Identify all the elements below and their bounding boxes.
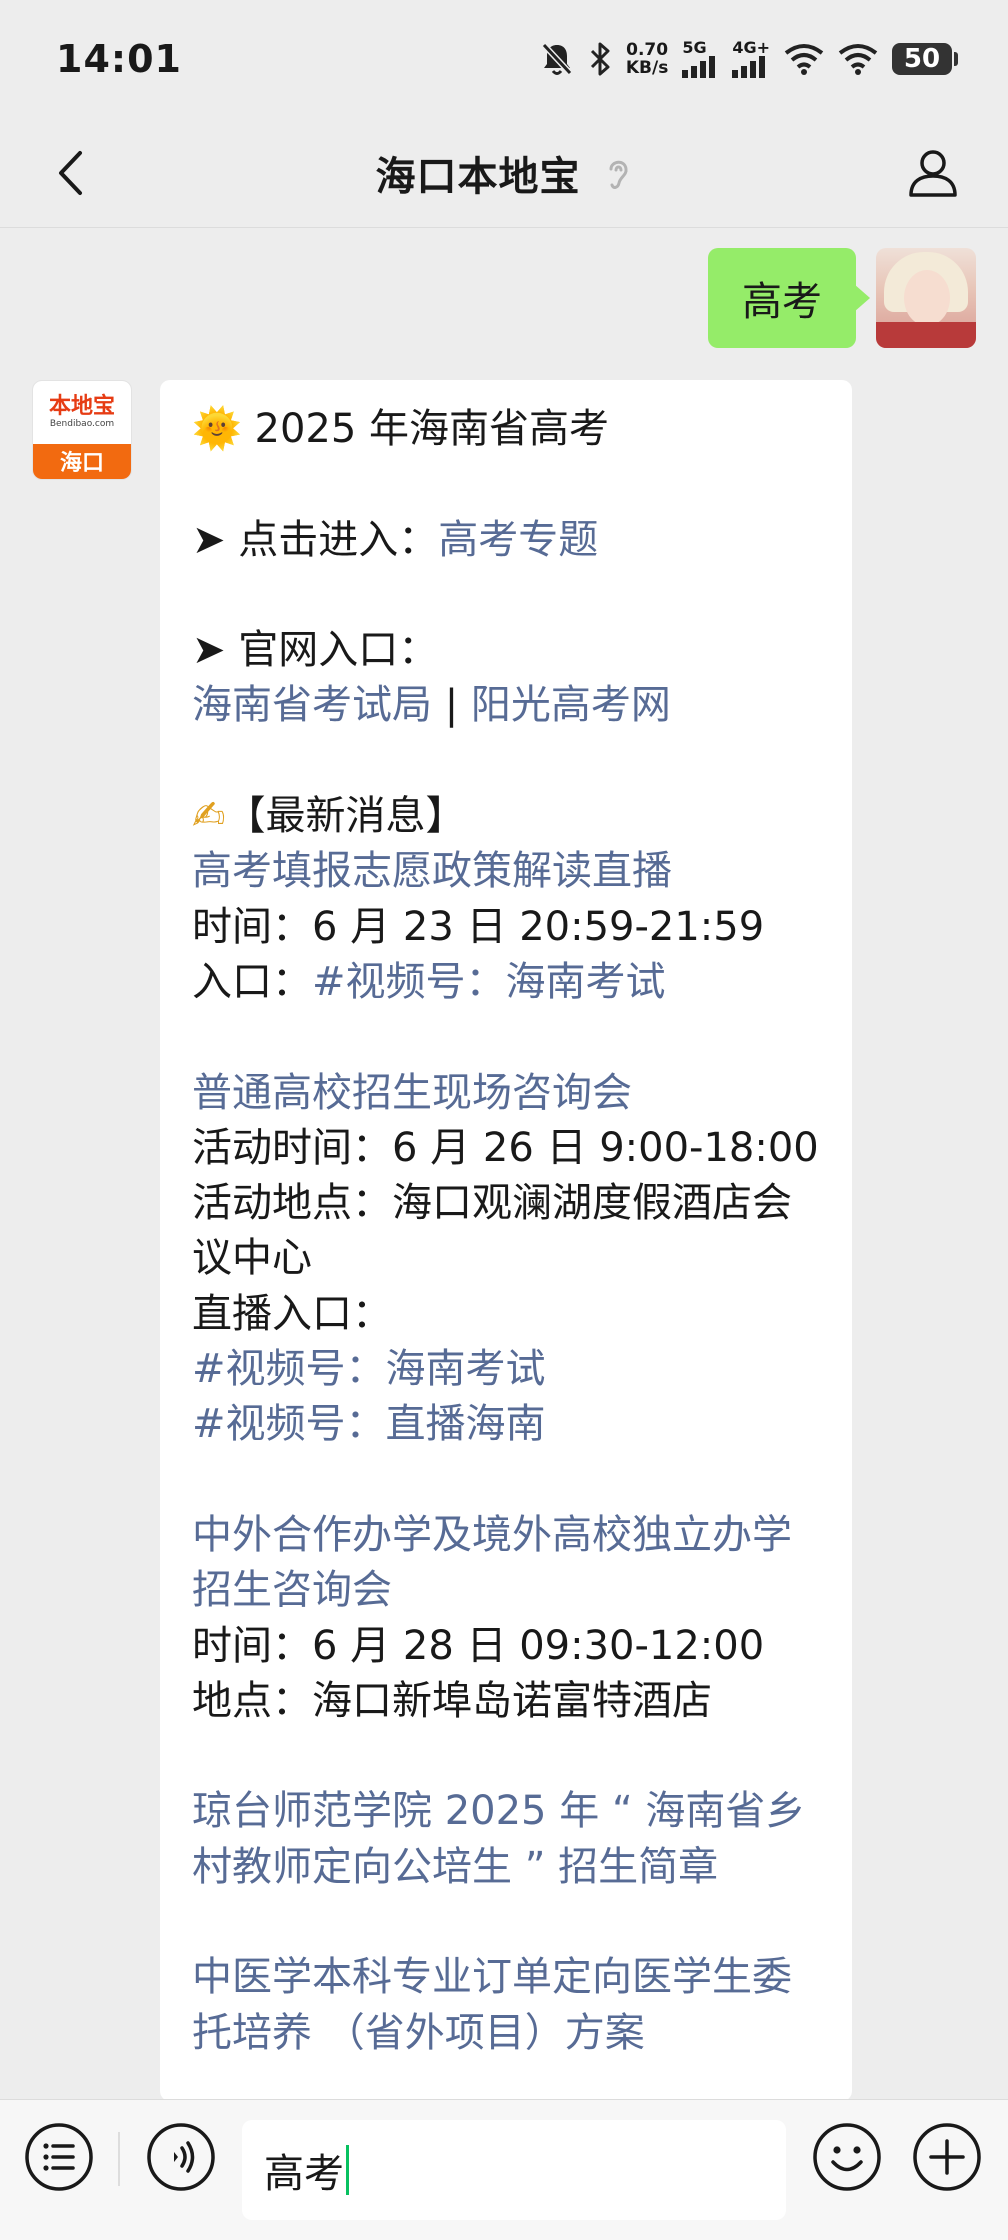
- chat-profile-button[interactable]: [898, 138, 968, 208]
- logo-subtext: Bendibao.com: [49, 419, 115, 430]
- battery-icon: 50: [892, 43, 958, 75]
- news-item-5-link[interactable]: 中医学本科专业订单定向医学生委托培养 （省外项目）方案: [192, 1950, 822, 2061]
- reply-bubble: 🌞 2025 年海南省高考 ➤ 点击进入：高考专题 ➤ 官网入口： 海南省考试局…: [160, 380, 852, 2099]
- news-item-3-place: 地点：海口新埠岛诺富特酒店: [192, 1677, 712, 1724]
- news-item-1-link[interactable]: 高考填报志愿政策解读直播: [192, 844, 822, 899]
- earpiece-mode-icon: [609, 160, 628, 189]
- reply-heading: 🌞 2025 年海南省高考: [192, 402, 822, 457]
- bluetooth-icon: [590, 42, 610, 76]
- user-avatar[interactable]: [876, 248, 976, 348]
- news-item-2-live-label: 直播入口：: [192, 1290, 392, 1337]
- network-speed: 0.70 KB/s: [626, 41, 668, 77]
- toolbar-divider: [118, 2132, 120, 2186]
- voice-input-button[interactable]: [144, 2120, 218, 2194]
- logo-city: 海口: [33, 443, 131, 479]
- user-icon: [909, 150, 957, 197]
- service-menu-button[interactable]: [22, 2120, 96, 2194]
- wifi-icon: [784, 44, 824, 75]
- back-button[interactable]: [36, 138, 106, 208]
- video-channel-link[interactable]: #视频号：海南考试: [192, 1342, 822, 1397]
- entry-line: ➤ 点击进入：高考专题: [192, 513, 822, 568]
- news-item-1-entry: 入口：#视频号：海南考试: [192, 955, 822, 1010]
- network-4g-label: 4G+: [732, 38, 770, 57]
- chat-title: 海口本地宝: [375, 153, 581, 200]
- speed-value: 0.70: [626, 40, 669, 60]
- incoming-message: 本地宝 Bendibao.com 海口 🌞 2025 年海南省高考 ➤ 点击进入…: [32, 380, 852, 2099]
- smiley-icon: [813, 2123, 881, 2191]
- menu-list-icon: [25, 2123, 93, 2191]
- speed-unit: KB/s: [625, 58, 669, 78]
- chat-header: 海口本地宝: [0, 118, 1008, 228]
- writing-hand-emoji-icon: ✍: [192, 793, 226, 840]
- news-item-1-time: 时间：6 月 23 日 20:59-21:59: [192, 903, 765, 950]
- logo-text: 本地宝: [48, 393, 115, 420]
- emoji-button[interactable]: [810, 2120, 884, 2194]
- signal-4g: 4G+: [732, 40, 770, 78]
- news-item-2-link[interactable]: 普通高校招生现场咨询会: [192, 1066, 822, 1121]
- bendibao-logo: 本地宝 Bendibao.com: [33, 381, 131, 444]
- gaokao-topic-link[interactable]: 高考专题: [438, 517, 598, 563]
- wifi-icon: [838, 44, 878, 75]
- news-heading: ✍【最新消息】: [192, 789, 822, 844]
- news-item-3-time: 时间：6 月 28 日 09:30-12:00: [192, 1622, 765, 1669]
- link-separator: |: [432, 682, 471, 729]
- exam-bureau-link[interactable]: 海南省考试局: [192, 682, 432, 728]
- account-avatar[interactable]: 本地宝 Bendibao.com 海口: [32, 380, 132, 480]
- text-caret: [346, 2145, 349, 2195]
- outgoing-text: 高考: [742, 279, 822, 325]
- input-toolbar: 高考: [0, 2099, 1008, 2240]
- entry-label: 入口：: [192, 958, 312, 1005]
- signal-5g: 5G: [682, 40, 718, 78]
- sun-emoji-icon: 🌞: [192, 406, 242, 452]
- chevron-left-icon: [59, 151, 82, 195]
- outgoing-message: 高考: [708, 248, 976, 348]
- video-channel-link[interactable]: #视频号：直播海南: [192, 1397, 822, 1452]
- news-heading-text: 【最新消息】: [225, 793, 466, 840]
- voice-icon: [147, 2123, 215, 2191]
- official-prefix: ➤ 官网入口：: [192, 627, 439, 674]
- message-input-text: 高考: [264, 2151, 344, 2197]
- more-functions-button[interactable]: [910, 2120, 984, 2194]
- network-5g-label: 5G: [682, 38, 707, 57]
- news-item-4-link[interactable]: 琼台师范学院 2025 年 “ 海南省乡村教师定向公培生 ” 招生简章: [192, 1784, 822, 1895]
- outgoing-bubble[interactable]: 高考: [708, 248, 870, 348]
- plus-icon: [913, 2123, 981, 2191]
- news-item-2-time: 活动时间：6 月 26 日 9:00-18:00: [192, 1124, 819, 1171]
- sunshine-gaokao-link[interactable]: 阳光高考网: [471, 682, 671, 728]
- official-links: 海南省考试局 | 阳光高考网: [192, 678, 822, 733]
- status-bar: 14:01 0.70 KB/s 5G 4G+ 50: [0, 0, 1008, 118]
- entry-prefix: ➤ 点击进入：: [192, 516, 439, 563]
- news-item-2-place: 活动地点：海口观澜湖度假酒店会议中心: [192, 1180, 792, 1282]
- mute-bell-icon: [541, 42, 573, 76]
- message-input[interactable]: 高考: [242, 2120, 786, 2220]
- status-icons: 0.70 KB/s 5G 4G+ 50: [540, 40, 958, 78]
- reply-heading-text: 2025 年海南省高考: [254, 406, 610, 452]
- news-item-3-link[interactable]: 中外合作办学及境外高校独立办学招生咨询会: [192, 1508, 822, 1619]
- message-list[interactable]: 高考 本地宝 Bendibao.com 海口 🌞 2025 年海南省高考 ➤ 点…: [0, 229, 1008, 2099]
- status-time: 14:01: [56, 37, 182, 81]
- signal-bars-icon: [732, 56, 766, 78]
- signal-bars-icon: [682, 56, 716, 78]
- video-channel-link[interactable]: #视频号：海南考试: [312, 959, 666, 1005]
